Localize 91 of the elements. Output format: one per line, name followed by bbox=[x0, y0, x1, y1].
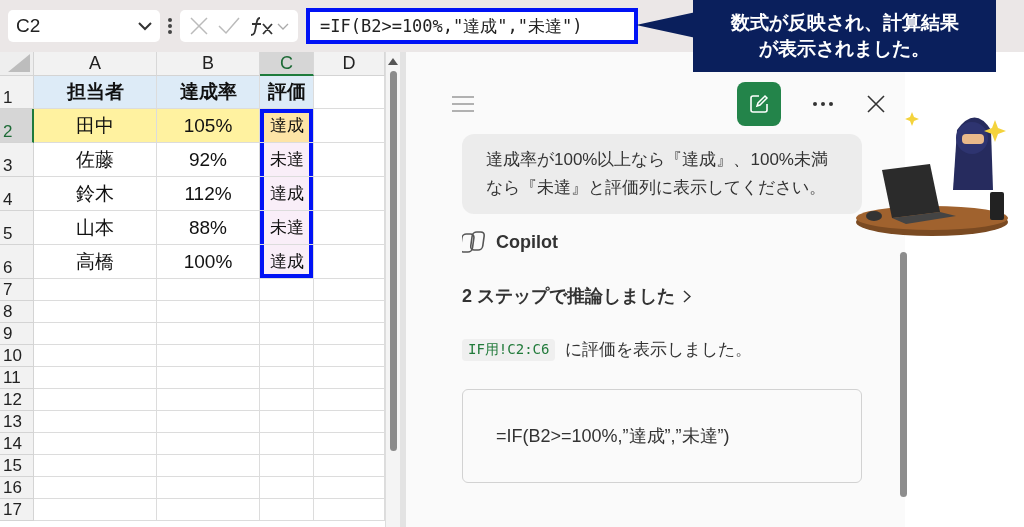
user-message: 達成率が100%以上なら『達成』、100%未満なら『未達』と評価列に表示してください。 bbox=[462, 134, 862, 214]
code-block: =IF(B2>=100%,”達成”,”未達”) bbox=[462, 389, 862, 483]
range-reference[interactable]: IF用!C2:C6 bbox=[462, 338, 556, 361]
row-header[interactable]: 4 bbox=[0, 177, 34, 211]
row-header[interactable]: 10 bbox=[0, 345, 34, 367]
table-cell: 112% bbox=[157, 177, 260, 211]
table-cell bbox=[314, 499, 385, 521]
row-header[interactable]: 7 bbox=[0, 279, 34, 301]
table-cell bbox=[314, 177, 385, 211]
table-cell bbox=[314, 389, 385, 411]
row-header[interactable]: 13 bbox=[0, 411, 34, 433]
reasoning-toggle[interactable]: 2 ステップで推論しました bbox=[462, 284, 691, 308]
result-message: に評価を表示しました。 bbox=[565, 339, 753, 361]
row-header[interactable]: 6 bbox=[0, 245, 34, 279]
table-cell: 88% bbox=[157, 211, 260, 245]
scrollbar[interactable] bbox=[385, 52, 400, 527]
table-cell: 鈴木 bbox=[34, 177, 157, 211]
close-icon[interactable] bbox=[865, 93, 887, 115]
edit-icon bbox=[749, 94, 769, 114]
new-chat-button[interactable] bbox=[737, 82, 781, 126]
table-cell: 未達 bbox=[260, 143, 314, 177]
table-cell bbox=[314, 433, 385, 455]
table-cell: 担当者 bbox=[34, 76, 157, 109]
table-cell: 佐藤 bbox=[34, 143, 157, 177]
table-cell: 達成 bbox=[260, 109, 314, 143]
callout-text: が表示されました。 bbox=[759, 37, 930, 61]
table-cell: 山本 bbox=[34, 211, 157, 245]
callout-text: 数式が反映され、計算結果 bbox=[730, 11, 959, 35]
row-header[interactable]: 8 bbox=[0, 301, 34, 323]
table-cell bbox=[260, 455, 314, 477]
table-cell bbox=[260, 433, 314, 455]
row-header[interactable]: 14 bbox=[0, 433, 34, 455]
table-cell bbox=[314, 279, 385, 301]
table-cell: 達成 bbox=[260, 245, 314, 279]
column-header[interactable]: D bbox=[314, 52, 385, 76]
name-box[interactable]: C2 bbox=[8, 10, 160, 42]
copilot-icon bbox=[462, 230, 486, 254]
table-cell bbox=[314, 411, 385, 433]
scrollbar-thumb[interactable] bbox=[899, 252, 907, 497]
table-cell bbox=[260, 389, 314, 411]
table-cell: 100% bbox=[157, 245, 260, 279]
function-icon[interactable] bbox=[249, 15, 290, 37]
table-cell bbox=[260, 301, 314, 323]
table-cell bbox=[314, 367, 385, 389]
table-cell bbox=[314, 143, 385, 177]
column-header[interactable]: A bbox=[34, 52, 157, 76]
table-cell bbox=[260, 499, 314, 521]
table-cell bbox=[314, 245, 385, 279]
more-vertical-icon[interactable] bbox=[168, 18, 172, 34]
formula-field[interactable]: =IF(B2>=100%,"達成","未達") bbox=[306, 8, 638, 44]
table-cell: 高橋 bbox=[34, 245, 157, 279]
table-cell bbox=[260, 367, 314, 389]
table-cell bbox=[314, 345, 385, 367]
row-header[interactable]: 16 bbox=[0, 477, 34, 499]
row-header[interactable]: 9 bbox=[0, 323, 34, 345]
table-cell: 評価 bbox=[260, 76, 314, 109]
table-cell bbox=[260, 477, 314, 499]
more-icon[interactable] bbox=[811, 100, 835, 108]
cell-reference: C2 bbox=[16, 15, 41, 37]
table-cell bbox=[260, 345, 314, 367]
table-cell bbox=[314, 109, 385, 143]
table-cell bbox=[314, 455, 385, 477]
chevron-down-icon bbox=[138, 21, 152, 31]
table-cell bbox=[314, 477, 385, 499]
row-header[interactable]: 11 bbox=[0, 367, 34, 389]
table-cell bbox=[314, 301, 385, 323]
scroll-up-icon[interactable] bbox=[388, 58, 398, 65]
checkmark-icon[interactable] bbox=[218, 17, 240, 35]
table-cell: 105% bbox=[157, 109, 260, 143]
row-header[interactable]: 2 bbox=[0, 109, 34, 143]
row-header[interactable]: 5 bbox=[0, 211, 34, 245]
table-cell bbox=[260, 323, 314, 345]
row-header[interactable]: 3 bbox=[0, 143, 34, 177]
row-header[interactable]: 1 bbox=[0, 76, 34, 109]
table-cell bbox=[260, 279, 314, 301]
column-header[interactable]: C bbox=[260, 52, 314, 76]
table-cell: 達成 bbox=[260, 177, 314, 211]
row-header[interactable]: 17 bbox=[0, 499, 34, 521]
row-header[interactable]: 12 bbox=[0, 389, 34, 411]
table-cell bbox=[314, 211, 385, 245]
table-cell: 田中 bbox=[34, 109, 157, 143]
chevron-right-icon bbox=[683, 289, 691, 303]
table-cell: 達成率 bbox=[157, 76, 260, 109]
table-cell bbox=[260, 411, 314, 433]
table-cell: 92% bbox=[157, 143, 260, 177]
assistant-name: Copilot bbox=[496, 231, 558, 253]
table-cell bbox=[314, 76, 385, 109]
column-header[interactable]: B bbox=[157, 52, 260, 76]
table-cell bbox=[314, 323, 385, 345]
table-cell: 未達 bbox=[260, 211, 314, 245]
row-header[interactable]: 15 bbox=[0, 455, 34, 477]
